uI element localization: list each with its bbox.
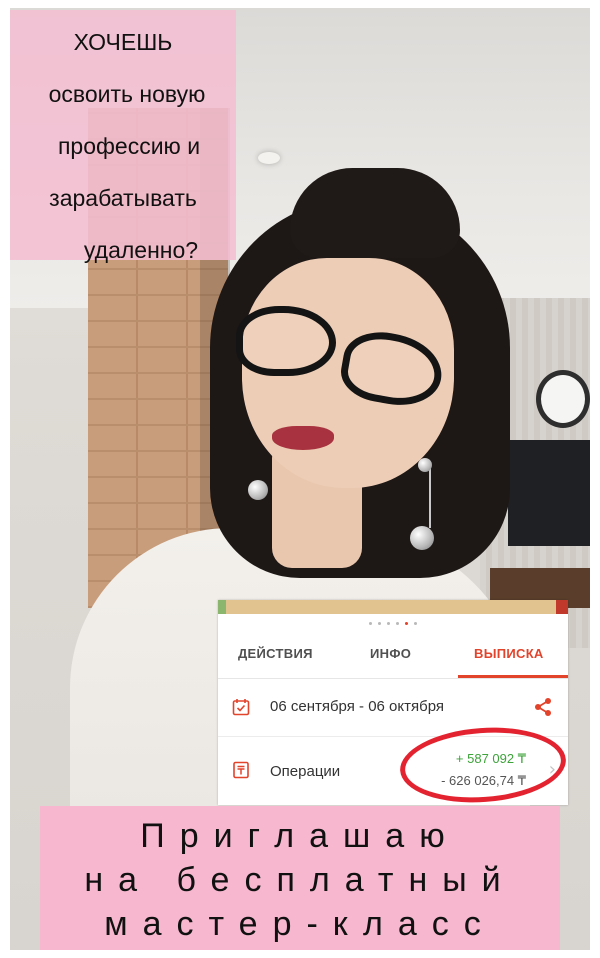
page-dot bbox=[387, 621, 390, 625]
app-top-bar bbox=[218, 600, 568, 614]
tab-actions[interactable]: ДЕЙСТВИЯ bbox=[238, 646, 313, 661]
tab-info[interactable]: ИНФО bbox=[370, 646, 411, 661]
cta-line-3: мастер-класс bbox=[104, 905, 496, 943]
page-indicator bbox=[218, 618, 568, 628]
operations-label: Операции bbox=[270, 763, 341, 780]
headline-line-4: зарабатывать bbox=[49, 185, 197, 211]
cta-line-1: Приглашаю bbox=[140, 817, 460, 855]
share-icon[interactable] bbox=[532, 696, 554, 718]
page-dot bbox=[396, 621, 399, 625]
headline-line-3: профессию и bbox=[57, 133, 201, 159]
hair-bun bbox=[290, 168, 460, 258]
headline-line-5: удаленно? bbox=[83, 237, 199, 263]
app-tabs: ДЕЙСТВИЯ ИНФО ВЫПИСКА bbox=[218, 632, 568, 679]
right-earring-top bbox=[418, 458, 432, 472]
tenge-receipt-icon bbox=[233, 761, 249, 779]
headline-line-2: освоить новую bbox=[48, 81, 206, 107]
wall-clock bbox=[536, 370, 590, 428]
ceiling-lamp bbox=[258, 152, 280, 164]
right-earring-ball bbox=[410, 526, 434, 550]
headline-box: ХОЧЕШЬ освоить новую профессию и зарабат… bbox=[10, 10, 236, 263]
cta-line-2: на бесплатный bbox=[84, 861, 516, 899]
television bbox=[508, 440, 590, 546]
active-tab-indicator bbox=[458, 675, 568, 678]
tab-statement[interactable]: ВЫПИСКА bbox=[474, 646, 544, 661]
page-dot bbox=[369, 621, 372, 625]
calendar-check-icon bbox=[232, 699, 250, 716]
page-dot-active bbox=[405, 621, 408, 625]
period-text: 06 сентября - 06 октября bbox=[270, 698, 444, 715]
glasses-left-lens bbox=[236, 306, 336, 376]
promo-image: ХОЧЕШЬ освоить новую профессию и зарабат… bbox=[0, 0, 600, 958]
page-dot bbox=[414, 621, 417, 625]
lips bbox=[272, 426, 334, 450]
page-dot bbox=[378, 621, 381, 625]
right-earring-chain bbox=[429, 464, 431, 528]
cta-banner: Приглашаю на бесплатный мастер-класс bbox=[40, 806, 560, 950]
headline-line-1: ХОЧЕШЬ bbox=[73, 29, 173, 55]
left-earring bbox=[248, 480, 268, 500]
